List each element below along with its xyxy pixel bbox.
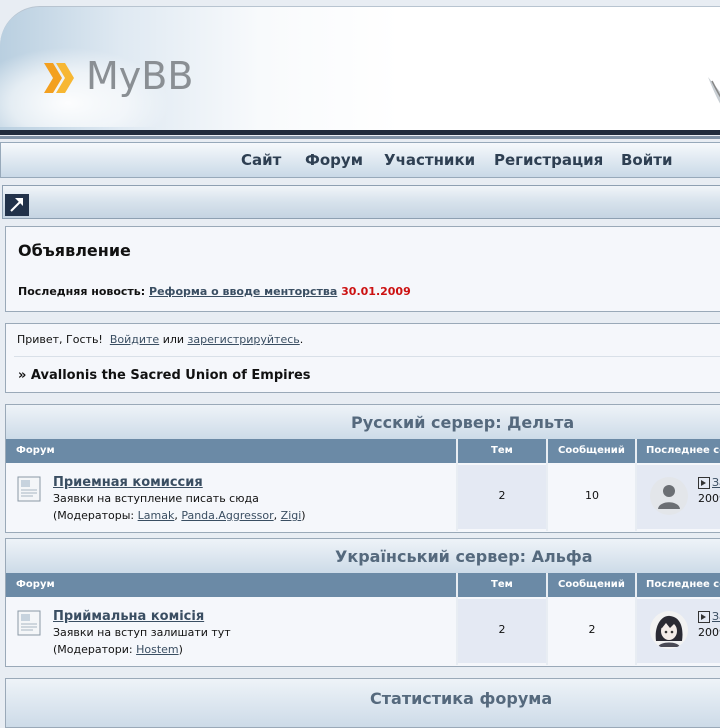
col-last: Последнее сс bbox=[646, 579, 720, 590]
moderator-link[interactable]: Panda.Aggressor bbox=[181, 509, 273, 522]
welcome-panel: Привет, Гость! Войдите или зарегистрируй… bbox=[5, 323, 720, 393]
category-header: Український сервер: Альфа bbox=[6, 539, 720, 573]
topics-count: 2 bbox=[498, 489, 506, 502]
announcement-title: Объявление bbox=[18, 241, 131, 260]
col-topics: Тем bbox=[491, 579, 513, 590]
forum-status-icon bbox=[17, 610, 41, 636]
expand-bar bbox=[2, 185, 720, 219]
last-post: За bbox=[698, 610, 720, 623]
category-title: Русский сервер: Дельта bbox=[351, 413, 575, 432]
category-russian: Русский сервер: Дельта Форум Тем Сообщен… bbox=[5, 404, 720, 533]
category-header: Русский сервер: Дельта bbox=[6, 405, 720, 439]
latest-news-date: 30.01.2009 bbox=[341, 285, 411, 298]
topics-count: 2 bbox=[498, 623, 506, 636]
col-forum: Форум bbox=[16, 445, 55, 456]
forum-title-link[interactable]: Приймальна комісія bbox=[53, 609, 204, 624]
last-post-date: 2009 bbox=[698, 626, 720, 639]
category-title: Український сервер: Альфа bbox=[335, 547, 593, 566]
col-last: Последнее сс bbox=[646, 445, 720, 456]
moderator-link[interactable]: Hostem bbox=[136, 643, 179, 656]
or-text: или bbox=[162, 333, 185, 346]
menu-item-members[interactable]: Участники bbox=[384, 151, 475, 169]
mybb-logo-icon[interactable] bbox=[44, 63, 76, 93]
latest-news: Последняя новость: Реформа о вводе менто… bbox=[18, 285, 411, 298]
forum-stats-header: Статистика форума bbox=[5, 678, 720, 728]
avatar[interactable] bbox=[650, 477, 688, 515]
forum-description: Заявки на вступ залишати тут bbox=[53, 626, 231, 639]
category-ukrainian: Український сервер: Альфа Форум Тем Сооб… bbox=[5, 538, 720, 667]
goto-last-icon[interactable] bbox=[698, 611, 710, 623]
forum-status-icon bbox=[17, 476, 41, 502]
moderators-label: (Модератори: bbox=[53, 643, 133, 656]
greeting-text: Привет, Гость! bbox=[17, 333, 103, 346]
login-link[interactable]: Войдите bbox=[110, 333, 159, 346]
forum-title-link[interactable]: Приемная комиссия bbox=[53, 475, 203, 490]
col-posts: Сообщений bbox=[558, 579, 625, 590]
forum-stats-title: Статистика форума bbox=[370, 689, 553, 708]
menu-item-login[interactable]: Войти bbox=[621, 151, 672, 169]
anime-avatar-icon bbox=[655, 615, 683, 647]
menu-item-forum[interactable]: Форум bbox=[305, 151, 363, 169]
header-divider bbox=[0, 130, 720, 135]
moderator-link[interactable]: Zigi bbox=[281, 509, 302, 522]
posts-count: 2 bbox=[588, 623, 596, 636]
last-post: За bbox=[698, 476, 720, 489]
col-forum: Форум bbox=[16, 579, 55, 590]
expand-arrow-icon bbox=[10, 198, 23, 212]
header-pen-decoration bbox=[708, 77, 720, 104]
expand-button[interactable] bbox=[5, 194, 29, 216]
breadcrumb: » Avallonis the Sacred Union of Empires bbox=[18, 368, 311, 383]
goto-last-icon[interactable] bbox=[698, 477, 710, 489]
last-post-link[interactable]: За bbox=[712, 476, 720, 489]
forum-row: Приймальна комісія Заявки на вступ залиш… bbox=[6, 599, 720, 663]
column-headers: Форум Тем Сообщений Последнее сс bbox=[6, 439, 720, 463]
menu-item-site[interactable]: Сайт bbox=[241, 151, 281, 169]
user-silhouette-icon bbox=[658, 485, 680, 509]
menu-item-register[interactable]: Регистрация bbox=[494, 151, 603, 169]
avatar[interactable] bbox=[650, 611, 688, 649]
posts-count: 10 bbox=[585, 489, 599, 502]
site-header: MyBB bbox=[0, 6, 720, 130]
moderator-link[interactable]: Lamak bbox=[138, 509, 175, 522]
latest-news-link[interactable]: Реформа о вводе менторства bbox=[149, 285, 337, 298]
main-menu: Сайт Форум Участники Регистрация Войти bbox=[0, 142, 720, 178]
col-topics: Тем bbox=[491, 445, 513, 456]
welcome-line: Привет, Гость! Войдите или зарегистрируй… bbox=[17, 333, 303, 346]
last-post-date: 2009 bbox=[698, 492, 720, 505]
announcement-panel: Объявление Последняя новость: Реформа о … bbox=[5, 226, 720, 312]
period-text: . bbox=[299, 333, 304, 346]
mybb-logo-text[interactable]: MyBB bbox=[86, 54, 193, 98]
welcome-divider bbox=[14, 356, 720, 357]
forum-moderators: (Модераторы: Lamak, Panda.Aggressor, Zig… bbox=[53, 509, 306, 522]
column-headers: Форум Тем Сообщений Последнее сс bbox=[6, 573, 720, 597]
moderators-label: (Модераторы: bbox=[53, 509, 135, 522]
col-posts: Сообщений bbox=[558, 445, 625, 456]
forum-moderators: (Модератори: Hostem) bbox=[53, 643, 183, 656]
header-divider-thin bbox=[0, 136, 720, 139]
last-post-link[interactable]: За bbox=[712, 610, 720, 623]
forum-row: Приемная комиссия Заявки на вступление п… bbox=[6, 465, 720, 529]
latest-news-label: Последняя новость: bbox=[18, 285, 146, 298]
register-link[interactable]: зарегистрируйтесь bbox=[188, 333, 300, 346]
forum-description: Заявки на вступление писать сюда bbox=[53, 492, 259, 505]
